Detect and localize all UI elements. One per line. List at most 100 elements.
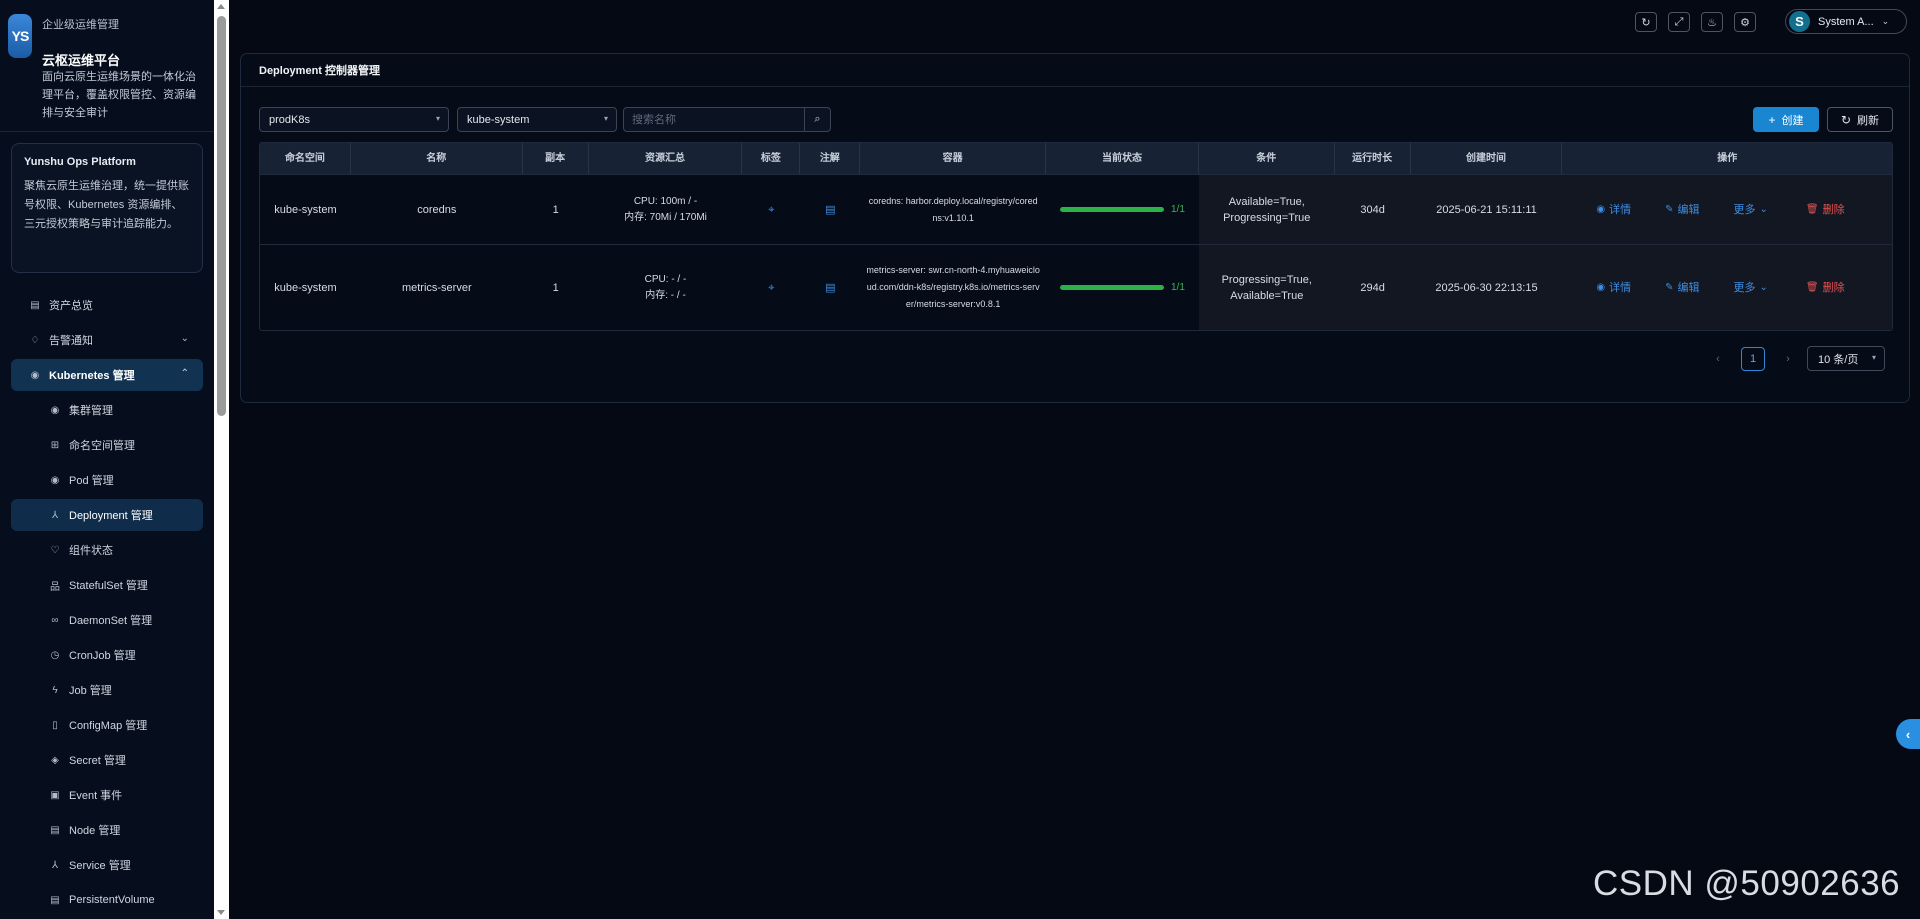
sidebar-item-label: Job 管理 [69,685,112,697]
scrollbar-thumb[interactable] [217,16,226,416]
sidebar-item-deployment[interactable]: ⅄ Deployment 管理 [11,499,203,531]
replicas-cell: 1 [552,203,559,216]
refresh-icon[interactable]: ↻ [1635,12,1657,32]
sidebar-item-component-status[interactable]: ♡ 组件状态 [11,534,203,566]
tag-icon[interactable]: ⌖ [768,202,774,218]
refresh-button[interactable]: ↻ 刷新 [1827,107,1893,132]
watermark: CSDN @50902636 [1593,864,1901,903]
edit-icon: ✎ [1665,203,1674,215]
sidebar-item-daemonset[interactable]: ∞ DaemonSet 管理 [11,604,203,636]
delete-link[interactable]: 🗑 删除 [1806,202,1845,218]
sidebar-item-label: Deployment 管理 [69,510,153,522]
chevron-down-icon: ⌄ [180,333,189,344]
page-size-select[interactable]: 10 条/页 ▾ [1807,346,1885,371]
search-input[interactable] [624,108,804,131]
sidebar-item-label: 资产总览 [49,300,93,312]
edit-label: 编辑 [1677,203,1700,216]
page-number-button[interactable]: 1 [1741,346,1765,371]
sidebar-item-job[interactable]: ϟ Job 管理 [11,674,203,706]
status-cell: 1/1 [1046,175,1199,244]
sidebar-item-cluster[interactable]: ◉ 集群管理 [11,394,203,426]
more-dropdown[interactable]: 更多 ⌄ [1734,202,1772,218]
create-button-label: 创建 [1781,114,1804,127]
file-icon: ▯ [52,719,58,731]
brand-logo: YS [8,14,32,58]
column-header[interactable]: 注解 [800,143,861,174]
sidebar-item-kubernetes[interactable]: ◉ Kubernetes 管理 ⌃ [11,359,203,391]
column-header[interactable]: 当前状态 [1046,143,1199,174]
panel-divider [241,86,1909,87]
sidebar-item-pod[interactable]: ◉ Pod 管理 [11,464,203,496]
namespace-select[interactable]: kube-system ▾ [457,107,617,132]
user-menu[interactable]: S System A... ⌄ [1785,9,1907,34]
image-cell: metrics-server: swr.cn-north-4.myhuaweic… [866,265,1040,309]
sidebar-nav: ▤ 资产总览 ♢ 告警通知 ⌄ ◉ Kubernetes 管理 ⌃ ◉ 集群管理… [11,289,203,919]
sidebar-item-secret[interactable]: ◈ Secret 管理 [11,744,203,776]
operations-cell: ◉ 详情 ✎ 编辑 更多 ⌄ 🗑 删除 [1562,175,1892,244]
column-header[interactable]: 条件 [1199,143,1335,174]
intro-card: Yunshu Ops Platform 聚焦云原生运维治理，统一提供账号权限、K… [11,143,203,273]
sidebar-item-alerts[interactable]: ♢ 告警通知 ⌄ [11,324,203,356]
sidebar-item-node[interactable]: ▤ Node 管理 [11,814,203,846]
sidebar-item-cronjob[interactable]: ◷ CronJob 管理 [11,639,203,671]
tag-icon[interactable]: ⌖ [768,280,774,296]
detail-label: 详情 [1609,203,1632,216]
bulb-icon[interactable]: ♨ [1701,12,1723,32]
created-cell: 2025-06-21 15:11:11 [1410,175,1563,244]
column-header[interactable]: 副本 [523,143,589,174]
detail-link[interactable]: ◉ 详情 [1596,202,1631,218]
chevron-down-icon: ⌄ [1759,281,1768,293]
column-header[interactable]: 命名空间 [260,143,351,174]
column-header[interactable]: 标签 [742,143,801,174]
sidebar-item-service[interactable]: ⅄ Service 管理 [11,849,203,881]
eye-icon: ◉ [1596,281,1606,293]
sidebar-scrollbar[interactable] [214,0,229,919]
edit-link[interactable]: ✎ 编辑 [1665,280,1699,296]
detail-link[interactable]: ◉ 详情 [1596,280,1631,296]
column-header[interactable]: 资源汇总 [589,143,743,174]
sidebar-item-label: Service 管理 [69,860,131,872]
resource-cell: CPU: 100m / - 内存: 70Mi / 170Mi [589,175,743,244]
statefulset-icon: 品 [50,581,60,593]
next-page-button[interactable]: › [1781,353,1795,365]
resource-cpu: CPU: - / - [644,273,687,285]
delete-link[interactable]: 🗑 删除 [1806,280,1845,296]
sidebar-item-namespace[interactable]: ⊞ 命名空间管理 [11,429,203,461]
column-header[interactable]: 名称 [351,143,523,174]
create-button[interactable]: + 创建 [1753,107,1819,132]
column-header[interactable]: 操作 [1562,143,1892,174]
column-header[interactable]: 运行时长 [1335,143,1411,174]
sidebar-item-label: Kubernetes 管理 [49,370,135,382]
event-icon: ▣ [50,789,60,801]
sidebar-item-persistentvolume[interactable]: ▤ PersistentVolume [11,884,203,916]
sidebar-item-event[interactable]: ▣ Event 事件 [11,779,203,811]
cluster-select[interactable]: prodK8s ▾ [259,107,449,132]
namespace-cell: kube-system [274,203,337,216]
sidebar-item-configmap[interactable]: ▯ ConfigMap 管理 [11,709,203,741]
column-header[interactable]: 创建时间 [1411,143,1563,174]
name-cell: coredns [417,203,457,216]
collapse-panel-tab[interactable]: ‹ [1896,719,1920,749]
heart-icon: ♡ [50,544,60,556]
page-size-value: 10 条/页 [1818,353,1859,366]
scroll-down-arrow[interactable] [217,910,225,915]
fullscreen-icon[interactable]: ⤢ [1668,12,1690,32]
prev-page-button[interactable]: ‹ [1711,353,1725,365]
operations-cell: ◉ 详情 ✎ 编辑 更多 ⌄ 🗑 删除 [1562,245,1892,330]
delete-label: 删除 [1822,203,1845,216]
sidebar-item-statefulset[interactable]: 品 StatefulSet 管理 [11,569,203,601]
settings-icon[interactable]: ⚙ [1734,12,1756,32]
ready-progress-fill [1060,285,1164,290]
sidebar-item-asset-overview[interactable]: ▤ 资产总览 [11,289,203,321]
refresh-icon: ↻ [1840,112,1852,127]
grid-icon: ⊞ [50,439,60,451]
search-icon[interactable]: ⌕ [804,108,830,131]
table-row: kube-system coredns 1 CPU: 100m / - 内存: … [260,174,1892,244]
document-icon[interactable]: ▤ [825,280,835,296]
sidebar-item-label: 告警通知 [49,335,93,347]
document-icon[interactable]: ▤ [825,202,835,218]
edit-link[interactable]: ✎ 编辑 [1665,202,1699,218]
more-dropdown[interactable]: 更多 ⌄ [1734,280,1772,296]
column-header[interactable]: 容器 [860,143,1047,174]
scroll-up-arrow[interactable] [217,4,225,9]
